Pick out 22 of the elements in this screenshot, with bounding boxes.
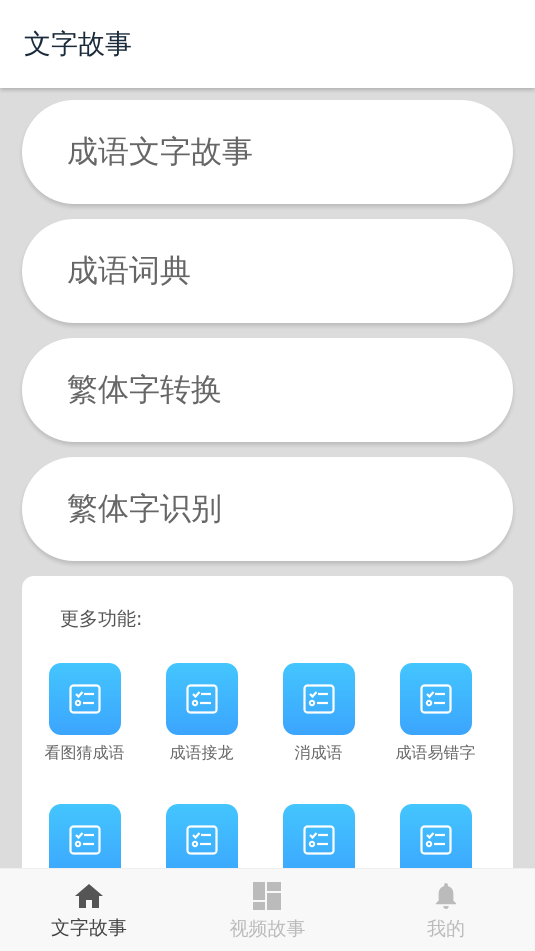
- menu-button[interactable]: 成语文字故事: [22, 100, 513, 204]
- checklist-icon[interactable]: [48, 663, 120, 735]
- checklist-icon[interactable]: [282, 663, 354, 735]
- menu-button[interactable]: 繁体字识别: [22, 457, 513, 561]
- tile-label: 成语接龙: [170, 743, 234, 764]
- checklist-icon[interactable]: [400, 663, 472, 735]
- tile-label: 消成语: [294, 743, 342, 764]
- checklist-icon[interactable]: [166, 663, 238, 735]
- tab-item[interactable]: 文字故事: [0, 869, 178, 951]
- menu-button[interactable]: 繁体字转换: [22, 338, 513, 442]
- checklist-icon[interactable]: [48, 804, 120, 868]
- checklist-icon[interactable]: [282, 804, 354, 868]
- tile-label: 看图猜成语: [44, 743, 124, 764]
- menu-button[interactable]: 成语词典: [22, 219, 513, 323]
- section-title: 更多功能:: [60, 607, 142, 632]
- home-icon: [74, 883, 104, 909]
- tile-label: 成语易错字: [396, 743, 476, 764]
- screen-title: 文字故事: [24, 28, 132, 62]
- grid-icon: [253, 882, 282, 910]
- checklist-icon[interactable]: [400, 804, 472, 868]
- checklist-icon[interactable]: [166, 804, 238, 868]
- bell-icon: [434, 882, 458, 910]
